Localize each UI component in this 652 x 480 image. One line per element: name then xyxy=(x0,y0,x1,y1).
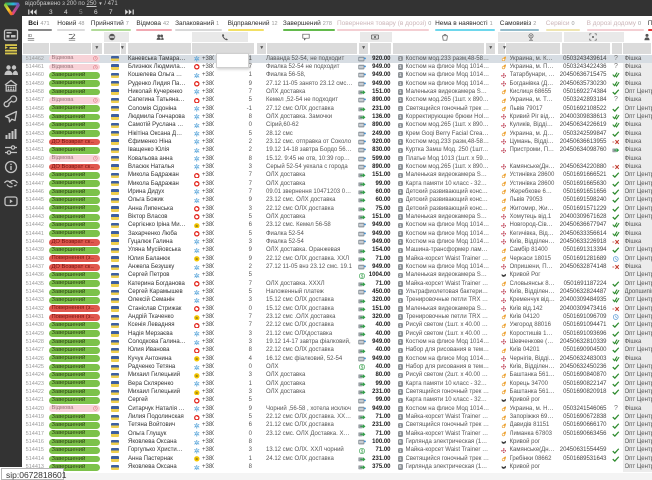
svg-text:lc: lc xyxy=(196,224,199,228)
svg-text:lc: lc xyxy=(196,257,199,261)
svg-text:lc: lc xyxy=(196,391,199,395)
svg-text:lc: lc xyxy=(196,316,199,320)
svg-text:ID: ID xyxy=(28,33,32,38)
svg-text:lc: lc xyxy=(196,357,199,361)
svg-text:lc: lc xyxy=(196,457,199,461)
svg-text:lc: lc xyxy=(196,374,199,378)
